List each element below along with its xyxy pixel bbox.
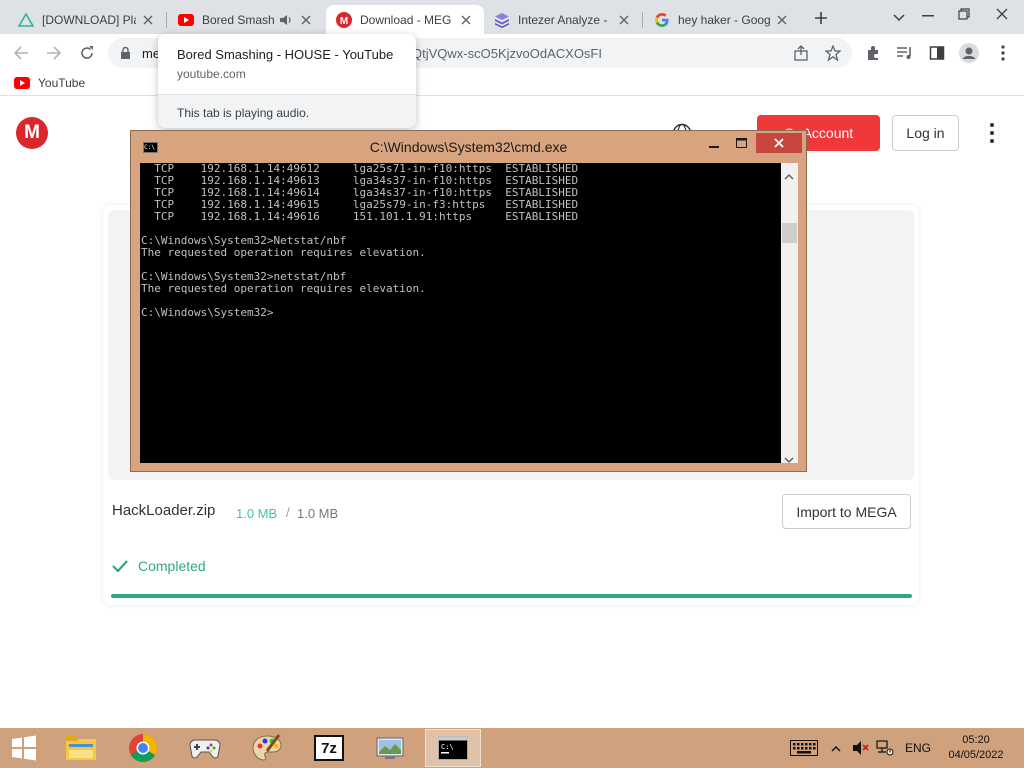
restore-button[interactable] bbox=[946, 3, 982, 25]
reload-button[interactable] bbox=[76, 42, 98, 64]
cmd-close-button[interactable] bbox=[756, 133, 802, 153]
tab-bored-smashing[interactable]: Bored Smash bbox=[168, 5, 324, 34]
svg-text:M: M bbox=[340, 16, 348, 27]
hover-audio-footer: This tab is playing audio. bbox=[158, 94, 416, 128]
tab-separator bbox=[166, 12, 167, 28]
back-button[interactable] bbox=[10, 42, 32, 64]
new-tab-button[interactable] bbox=[812, 9, 830, 27]
volume-muted-icon[interactable] bbox=[850, 728, 872, 768]
cmd-icon[interactable]: C:\ bbox=[425, 729, 481, 767]
cmd-scrollbar[interactable] bbox=[781, 163, 798, 463]
tab-download-pla[interactable]: [DOWNLOAD] Pla bbox=[8, 5, 166, 34]
close-window-button[interactable] bbox=[982, 3, 1022, 25]
clock-date: 04/05/2022 bbox=[948, 749, 1004, 761]
import-to-mega-button[interactable]: Import to MEGA bbox=[782, 494, 911, 529]
bookmarks-bar: YouTube bbox=[0, 72, 1024, 96]
profile-avatar-icon[interactable] bbox=[958, 42, 980, 64]
network-icon[interactable] bbox=[874, 728, 896, 768]
checkmark-icon bbox=[112, 560, 128, 572]
download-status: Completed bbox=[112, 558, 206, 574]
start-button[interactable] bbox=[0, 729, 48, 767]
close-icon[interactable] bbox=[298, 12, 314, 28]
mega-logo[interactable]: M bbox=[16, 117, 48, 149]
side-panel-icon[interactable] bbox=[926, 42, 948, 64]
file-name: HackLoader.zip bbox=[112, 502, 216, 519]
close-icon[interactable] bbox=[140, 12, 156, 28]
language-indicator[interactable]: ENG bbox=[900, 728, 936, 768]
bookmark-youtube[interactable]: YouTube bbox=[14, 76, 85, 90]
cmd-output: TCP 192.168.1.14:49612 lga25s71-in-f10:h… bbox=[141, 163, 579, 319]
tab-google[interactable]: hey haker - Goog bbox=[644, 5, 800, 34]
show-hidden-icons-chevron-icon[interactable] bbox=[826, 728, 846, 768]
tab-title: Intezer Analyze - bbox=[518, 12, 608, 27]
scroll-up-arrow-icon[interactable] bbox=[784, 167, 794, 185]
svg-text:C:\: C:\ bbox=[441, 743, 454, 751]
minimize-button[interactable] bbox=[910, 5, 946, 27]
tab-title: hey haker - Goog bbox=[678, 12, 770, 27]
downloaded-size: 1.0 MB bbox=[236, 506, 278, 521]
hover-domain: youtube.com bbox=[177, 67, 246, 81]
media-control-icon[interactable] bbox=[894, 42, 916, 64]
tab-hover-card: Bored Smashing - HOUSE - YouTube youtube… bbox=[158, 34, 416, 128]
tab-title: Bored Smash bbox=[202, 12, 274, 27]
audio-note: This tab is playing audio. bbox=[177, 106, 310, 120]
more-menu-icon[interactable] bbox=[984, 123, 1000, 143]
progress-fill bbox=[111, 594, 912, 598]
chrome-icon[interactable] bbox=[115, 729, 171, 767]
share-icon[interactable] bbox=[790, 42, 812, 64]
tab-title: Download - MEG bbox=[360, 12, 452, 27]
clock-time: 05:20 bbox=[962, 734, 990, 746]
extensions-icon[interactable] bbox=[862, 42, 884, 64]
windows-taskbar: 7z C:\ ENG 05:20 04/05/2022 bbox=[0, 728, 1024, 768]
keyboard-icon[interactable] bbox=[788, 728, 820, 768]
speaker-icon[interactable] bbox=[278, 12, 294, 28]
login-button[interactable]: Log in bbox=[892, 115, 959, 151]
cmd-minimize-button[interactable] bbox=[701, 133, 727, 153]
browser-toolbar: me QtjVQwx-scO5KjzvoOdACXOsFI bbox=[0, 34, 1024, 72]
scroll-thumb[interactable] bbox=[782, 223, 797, 243]
file-explorer-icon[interactable] bbox=[53, 729, 109, 767]
tab-intezer[interactable]: Intezer Analyze - bbox=[484, 5, 642, 34]
create-account-label: Account bbox=[802, 125, 854, 141]
bookmark-star-icon[interactable] bbox=[822, 42, 844, 64]
size-separator: / bbox=[286, 505, 290, 520]
system-clock[interactable]: 05:20 04/05/2022 bbox=[936, 733, 1016, 763]
youtube-icon bbox=[178, 12, 194, 28]
bookmark-label: YouTube bbox=[38, 76, 86, 90]
7zip-icon[interactable]: 7z bbox=[301, 729, 357, 767]
intezer-icon bbox=[494, 12, 510, 28]
download-progress-bar bbox=[111, 594, 912, 598]
forward-button[interactable] bbox=[43, 42, 65, 64]
cmd-console[interactable]: TCP 192.168.1.14:49612 lga25s71-in-f10:h… bbox=[140, 163, 781, 463]
google-icon bbox=[654, 12, 670, 28]
total-size: 1.0 MB bbox=[297, 506, 339, 521]
gamepad-icon[interactable] bbox=[177, 729, 233, 767]
tab-download-mega[interactable]: M Download - MEG bbox=[326, 5, 484, 34]
tab-search-chevron-icon[interactable] bbox=[890, 9, 908, 27]
mega-icon: M bbox=[336, 11, 352, 28]
lock-icon[interactable] bbox=[120, 46, 131, 64]
cmd-titlebar[interactable]: C:\ C:\Windows\System32\cmd.exe bbox=[131, 131, 806, 162]
close-icon[interactable] bbox=[616, 12, 632, 28]
status-label: Completed bbox=[138, 558, 206, 574]
7zip-label: 7z bbox=[314, 735, 344, 761]
url-text: QtjVQwx-scO5KjzvoOdACXOsFI bbox=[412, 46, 602, 61]
tab-strip: [DOWNLOAD] Pla Bored Smash M Download - … bbox=[0, 0, 1024, 34]
tab-separator bbox=[642, 12, 643, 28]
scroll-down-arrow-icon[interactable] bbox=[784, 451, 794, 469]
tab-title: [DOWNLOAD] Pla bbox=[42, 12, 136, 27]
control-panel-icon[interactable] bbox=[363, 729, 419, 767]
youtube-icon bbox=[14, 77, 30, 89]
chrome-menu-icon[interactable] bbox=[992, 42, 1014, 64]
close-icon[interactable] bbox=[458, 12, 474, 28]
hover-title: Bored Smashing - HOUSE - YouTube bbox=[177, 47, 394, 62]
paint-icon[interactable] bbox=[239, 729, 295, 767]
close-icon[interactable] bbox=[774, 12, 790, 28]
triangle-icon bbox=[18, 12, 34, 28]
cmd-maximize-button[interactable] bbox=[728, 133, 754, 153]
cmd-window[interactable]: C:\ C:\Windows\System32\cmd.exe TCP 192.… bbox=[130, 130, 807, 472]
